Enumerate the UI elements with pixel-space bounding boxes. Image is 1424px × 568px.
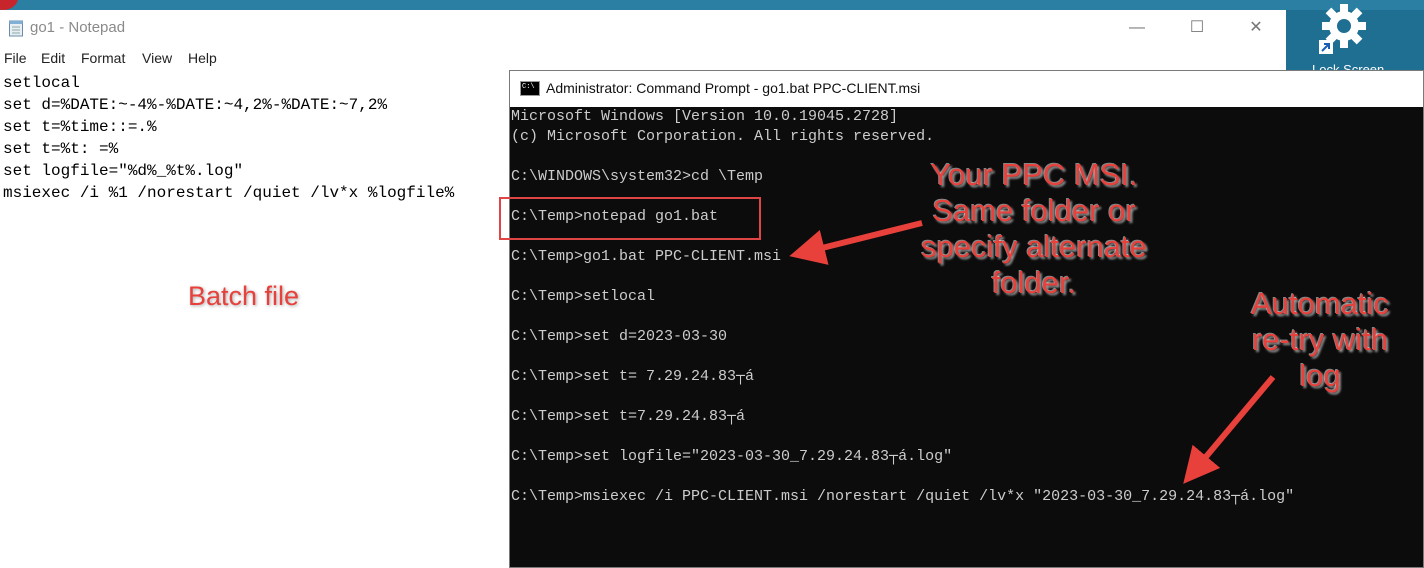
annotation-msi: Your PPC MSI. Same folder or specify alt… — [921, 157, 1147, 300]
annotation-arrows — [789, 220, 1276, 484]
annotation-retry: Automatic re-try with log — [1251, 286, 1389, 393]
